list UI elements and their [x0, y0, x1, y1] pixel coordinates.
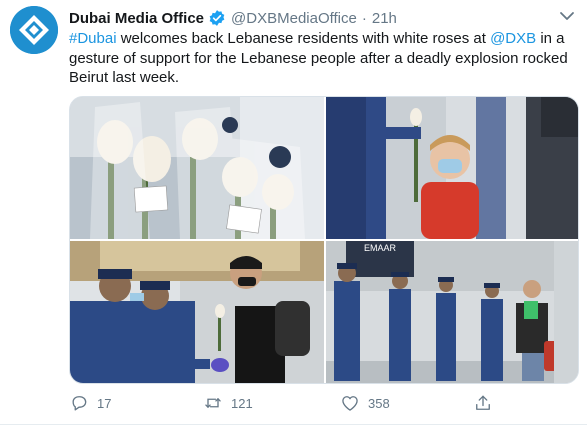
photo-child-with-rose[interactable] [326, 97, 578, 239]
tweet-header: Dubai Media Office @DXBMediaOffice · 21h [69, 8, 397, 28]
verified-badge-icon [208, 9, 226, 27]
like-button[interactable]: 358 [340, 392, 390, 414]
tweet-text-part: welcomes back Lebanese residents with wh… [116, 30, 491, 47]
retweet-count: 121 [231, 395, 253, 411]
share-icon [476, 395, 490, 410]
retweet-button[interactable]: 121 [203, 392, 253, 414]
like-icon [342, 396, 358, 411]
mention-link[interactable]: @DXB [490, 30, 536, 47]
like-count: 358 [368, 395, 390, 411]
photo-white-roses[interactable] [70, 97, 324, 239]
tweet[interactable]: Dubai Media Office @DXBMediaOffice · 21h… [0, 0, 587, 425]
reply-button[interactable]: 17 [69, 392, 111, 414]
separator-dot: · [361, 9, 367, 27]
chevron-down-icon[interactable] [557, 9, 577, 23]
hashtag-link[interactable]: #Dubai [69, 30, 117, 47]
emaar-sign: EMAAR [364, 243, 397, 253]
author-name[interactable]: Dubai Media Office [69, 10, 204, 27]
share-button[interactable] [473, 392, 493, 414]
photo-arrivals-hall[interactable]: EMAAR [326, 241, 578, 383]
avatar[interactable] [10, 6, 58, 54]
retweet-icon [205, 398, 221, 408]
tweet-timestamp[interactable]: 21h [372, 10, 397, 27]
photo-officer-greeting[interactable] [70, 241, 324, 383]
reply-icon [72, 396, 87, 411]
tweet-text: #Dubai welcomes back Lebanese residents … [69, 29, 579, 88]
author-handle[interactable]: @DXBMediaOffice [231, 10, 357, 27]
dubai-media-office-logo-icon [10, 6, 58, 54]
media-grid: EMAAR [69, 96, 579, 384]
reply-count: 17 [97, 395, 112, 411]
tweet-actions: 17 121 358 [69, 392, 509, 414]
